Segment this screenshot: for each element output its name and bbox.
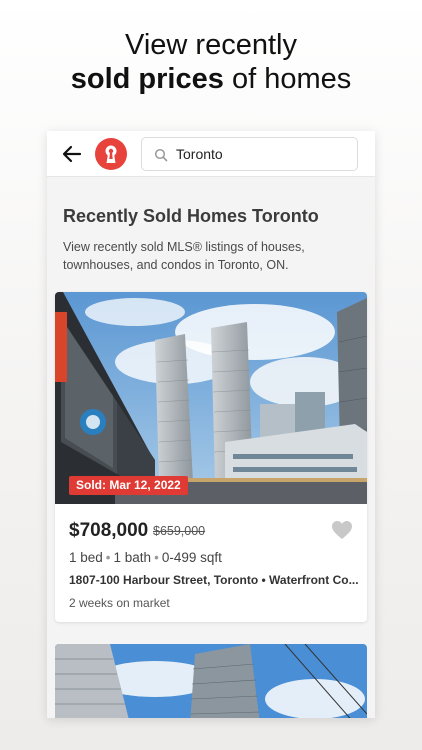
separator-dot: •: [154, 550, 159, 565]
promo-bold-text: sold prices: [70, 63, 224, 95]
page-subtitle: View recently sold MLS® listings of hous…: [63, 240, 305, 272]
promo-line-1: View recently: [125, 29, 297, 61]
original-price: $659,000: [153, 524, 206, 538]
search-icon: [154, 148, 168, 167]
heart-icon[interactable]: [331, 520, 353, 540]
listing-specs: 1 bed • 1 bath • 0-499 sqft: [69, 550, 222, 565]
keyhole-logo-icon[interactable]: [95, 138, 127, 170]
arrow-left-icon[interactable]: [61, 143, 83, 165]
days-on-market: 2 weeks on market: [69, 596, 170, 610]
sold-price: $708,000: [69, 520, 149, 541]
listing-card-next[interactable]: [55, 644, 367, 718]
listing-photo[interactable]: [55, 292, 367, 504]
separator-dot: •: [105, 550, 111, 565]
search-box[interactable]: [141, 137, 358, 171]
app-screen: Recently Sold Homes Toronto View recentl…: [47, 131, 375, 718]
listing-address: 1807-100 Harbour Street, Toronto • Water…: [69, 573, 359, 587]
beds-text: 1 bed: [69, 550, 103, 565]
baths-text: 1 bath: [113, 550, 152, 565]
sold-date-badge: Sold: Mar 12, 2022: [69, 476, 188, 495]
promo-line-2: sold prices of homes: [0, 62, 422, 96]
sqft-text: 0-499 sqft: [161, 550, 222, 565]
listing-card[interactable]: Sold: Mar 12, 2022 $708,000 $659,000 1 b…: [55, 292, 367, 622]
search-input[interactable]: [176, 138, 351, 170]
listing-photo-next[interactable]: [55, 644, 367, 718]
content-area: Recently Sold Homes Toronto View recentl…: [47, 178, 375, 718]
app-bar: [47, 131, 375, 177]
promo-rest-text: of homes: [223, 63, 352, 95]
promo-headline: View recently sold prices of homes: [0, 28, 422, 96]
page-title: Recently Sold Homes Toronto: [63, 206, 319, 226]
